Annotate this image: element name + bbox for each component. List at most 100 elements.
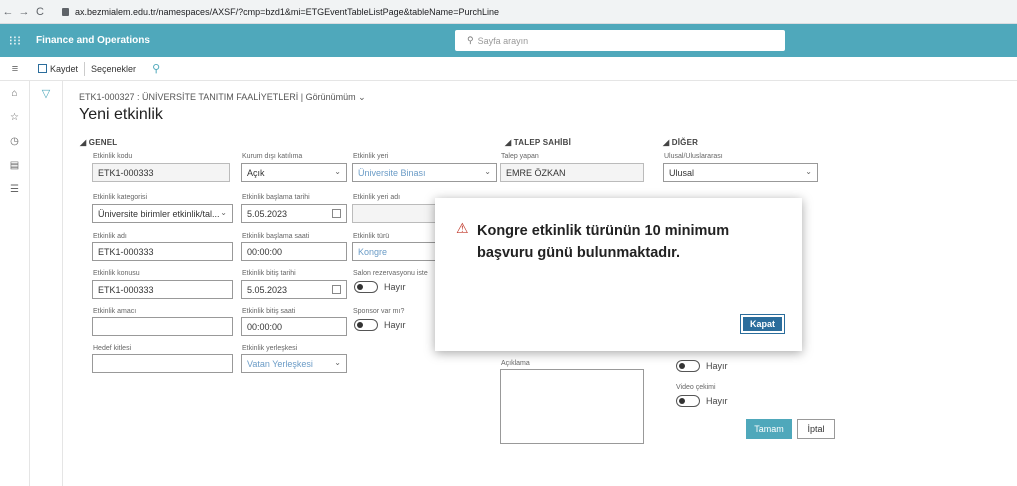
baslama-saati-field[interactable]: 00:00:00 bbox=[241, 242, 347, 261]
talep-yapan-field[interactable]: EMRE ÖZKAN bbox=[500, 163, 644, 182]
kurum-disi-value: Açık bbox=[247, 167, 265, 178]
dialog-message: Kongre etkinlik türünün 10 minimum başvu… bbox=[477, 223, 730, 261]
save-button[interactable]: Kaydet bbox=[38, 64, 78, 74]
toggle-switch[interactable] bbox=[676, 360, 700, 372]
salon-rezervasyonu-toggle[interactable]: Hayır bbox=[354, 281, 406, 293]
chevron-down-icon: ⌄ bbox=[484, 167, 491, 176]
app-header: ⁝⁝⁝ Finance and Operations ⚲ Sayfa arayı… bbox=[0, 24, 1017, 57]
recent-icon[interactable]: ◷ bbox=[0, 129, 29, 153]
bitis-tarihi-value: 5.05.2023 bbox=[247, 284, 288, 295]
etkinlik-kategorisi-label: Etkinlik kategorisi bbox=[93, 194, 148, 201]
breadcrumb[interactable]: ETK1-000327 : ÜNİVERSİTE TANITIM FAALİYE… bbox=[79, 92, 366, 103]
toggle-value: Hayır bbox=[384, 282, 406, 292]
browser-bar: ← → C ax.bezmialem.edu.tr/namespaces/AXS… bbox=[0, 0, 1017, 24]
salon-rezervasyonu-label: Salon rezervasyonu iste bbox=[353, 270, 428, 277]
toggle-switch[interactable] bbox=[354, 281, 378, 293]
bitis-tarihi-field[interactable]: 5.05.2023 bbox=[241, 280, 347, 299]
yerleskesi-value: Vatan Yerleşkesi bbox=[247, 358, 313, 369]
toggle-switch[interactable] bbox=[676, 395, 700, 407]
yerleskesi-select[interactable]: Vatan Yerleşkesi ⌄ bbox=[241, 354, 347, 373]
toggle-value: Hayır bbox=[706, 361, 728, 371]
video-cekimi-toggle[interactable]: Hayır bbox=[676, 395, 728, 407]
aciklama-textarea[interactable] bbox=[500, 369, 644, 444]
search-icon[interactable]: ⚲ bbox=[152, 62, 160, 75]
etkinlik-konusu-field[interactable]: ETK1-000333 bbox=[92, 280, 233, 299]
menu-icon[interactable]: ≡ bbox=[0, 63, 30, 75]
cancel-button[interactable]: İptal bbox=[797, 419, 835, 439]
divider bbox=[84, 61, 86, 76]
back-icon[interactable]: ← bbox=[0, 6, 16, 18]
etkinlik-adi-label: Etkinlik adı bbox=[93, 233, 127, 240]
sponsor-toggle[interactable]: Hayır bbox=[354, 319, 406, 331]
chevron-down-icon: ⌄ bbox=[805, 167, 812, 176]
baslama-tarihi-field[interactable]: 5.05.2023 bbox=[241, 204, 347, 223]
sponsor-label: Sponsor var mı? bbox=[353, 308, 405, 315]
warning-icon: ⚠ bbox=[456, 220, 469, 236]
section-talep-sahibi[interactable]: ◢ TALEP SAHİBİ bbox=[505, 138, 571, 147]
yerleskesi-label: Etkinlik yerleşkesi bbox=[242, 345, 298, 352]
waffle-icon[interactable]: ⁝⁝⁝ bbox=[0, 24, 30, 57]
section-talep-label: TALEP SAHİBİ bbox=[513, 138, 572, 147]
baslama-tarihi-value: 5.05.2023 bbox=[247, 208, 288, 219]
ok-button[interactable]: Tamam bbox=[746, 419, 792, 439]
etkinlik-amaci-label: Etkinlik amacı bbox=[93, 308, 137, 315]
etkinlik-turu-field[interactable]: Kongre bbox=[352, 242, 436, 261]
search-icon: ⚲ bbox=[467, 35, 474, 45]
toggle-value: Hayır bbox=[384, 320, 406, 330]
search-placeholder: Sayfa arayın bbox=[477, 35, 529, 46]
section-diger[interactable]: ◢ DİĞER bbox=[663, 138, 698, 147]
calendar-icon[interactable] bbox=[332, 209, 341, 218]
etkinlik-kategorisi-value: Üniversite birimler etkinlik/tal... bbox=[98, 208, 220, 219]
lock-icon bbox=[62, 7, 69, 16]
hedef-kitlesi-label: Hedef kitlesi bbox=[93, 345, 132, 352]
forward-icon[interactable]: → bbox=[16, 6, 32, 18]
aciklama-label: Açıklama bbox=[501, 360, 530, 367]
page-search-input[interactable]: ⚲ Sayfa arayın bbox=[455, 30, 785, 51]
home-icon[interactable]: ⌂ bbox=[0, 81, 29, 105]
kurum-disi-select[interactable]: Açık ⌄ bbox=[241, 163, 347, 182]
etkinlik-adi-field[interactable]: ETK1-000333 bbox=[92, 242, 233, 261]
modules-icon[interactable]: ☰ bbox=[0, 177, 29, 201]
bitis-saati-field[interactable]: 00:00:00 bbox=[241, 317, 347, 336]
etkinlik-yeri-value: Üniversite Binası bbox=[358, 167, 426, 178]
breadcrumb-text: ETK1-000327 : ÜNİVERSİTE TANITIM FAALİYE… bbox=[79, 92, 356, 102]
ulusal-value: Ulusal bbox=[669, 167, 695, 178]
toggle-switch[interactable] bbox=[354, 319, 378, 331]
ulusal-label: Ulusal/Uluslararası bbox=[664, 153, 723, 160]
options-button[interactable]: Seçenekler bbox=[91, 64, 136, 74]
favorites-icon[interactable]: ☆ bbox=[0, 105, 29, 129]
section-genel[interactable]: ◢ GENEL bbox=[80, 138, 117, 147]
url-text: ax.bezmialem.edu.tr/namespaces/AXSF/?cmp… bbox=[75, 6, 499, 17]
etkinlik-yeri-select[interactable]: Üniversite Binası ⌄ bbox=[352, 163, 497, 182]
etkinlik-konusu-label: Etkinlik konusu bbox=[93, 270, 140, 277]
etkinlik-kategorisi-select[interactable]: Üniversite birimler etkinlik/tal... ⌄ bbox=[92, 204, 233, 223]
chevron-down-icon: ⌄ bbox=[334, 358, 341, 367]
bitis-saati-label: Etkinlik bitiş saati bbox=[242, 308, 296, 315]
page-title: Yeni etkinlik bbox=[79, 106, 163, 123]
chevron-down-icon: ⌄ bbox=[334, 167, 341, 176]
kurum-disi-label: Kurum dışı katılıma bbox=[242, 153, 303, 160]
warning-dialog: ⚠ Kongre etkinlik türünün 10 minimum baş… bbox=[435, 198, 802, 351]
etkinlik-amaci-field[interactable] bbox=[92, 317, 233, 336]
baslama-tarihi-label: Etkinlik başlama tarihi bbox=[242, 194, 310, 201]
video-cekimi-label: Video çekimi bbox=[676, 384, 716, 391]
action-bar: ≡ Kaydet Seçenekler ⚲ bbox=[0, 57, 1017, 81]
etkinlik-turu-label: Etkinlik türü bbox=[353, 233, 390, 240]
hedef-kitlesi-field[interactable] bbox=[92, 354, 233, 373]
reload-icon[interactable]: C bbox=[32, 6, 48, 18]
hayir-toggle[interactable]: Hayır bbox=[676, 360, 728, 372]
ulusal-select[interactable]: Ulusal ⌄ bbox=[663, 163, 818, 182]
workspaces-icon[interactable]: ▤ bbox=[0, 153, 29, 177]
save-icon bbox=[38, 64, 47, 73]
filter-column: ▽ bbox=[30, 81, 63, 486]
filter-icon[interactable]: ▽ bbox=[41, 87, 51, 100]
etkinlik-yeri-label: Etkinlik yeri bbox=[353, 153, 389, 160]
close-button[interactable]: Kapat bbox=[739, 314, 786, 334]
etkinlik-kodu-label: Etkinlik kodu bbox=[93, 153, 133, 160]
etkinlik-kodu-field[interactable]: ETK1-000333 bbox=[92, 163, 230, 182]
address-bar[interactable]: ax.bezmialem.edu.tr/namespaces/AXSF/?cmp… bbox=[62, 7, 499, 17]
app-name: Finance and Operations bbox=[36, 35, 150, 46]
etkinlik-yeri-adi-field[interactable] bbox=[352, 204, 436, 223]
calendar-icon[interactable] bbox=[332, 285, 341, 294]
section-diger-label: DİĞER bbox=[671, 138, 699, 147]
